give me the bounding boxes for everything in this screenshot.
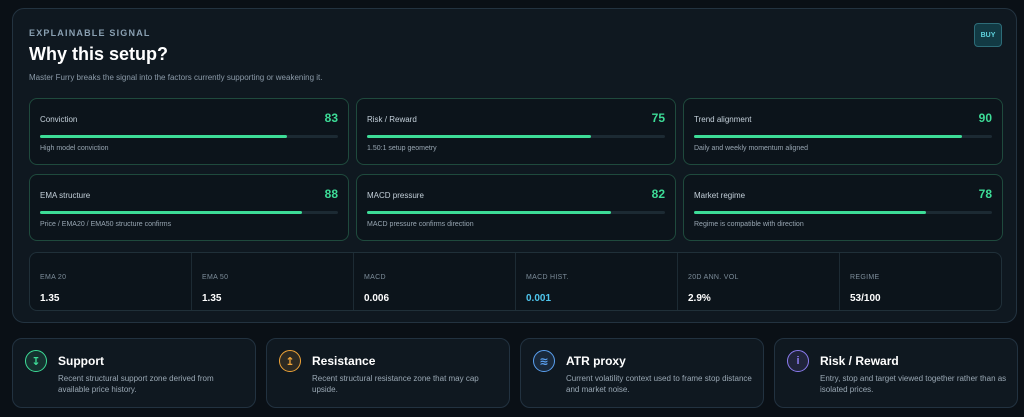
metric-ema20: EMA 20 1.35 [30,253,192,310]
metric-macd-hist: MACD HIST. 0.001 [516,253,678,310]
card-title: Resistance [312,354,376,368]
metric-ema50: EMA 50 1.35 [192,253,354,310]
factor-progress-fill [40,211,303,214]
factor-name: Risk / Reward [367,115,417,124]
metric-regime: REGIME 53/100 [840,253,1001,310]
factor-progress-fill [367,211,612,214]
factor-name: Trend alignment [694,115,752,124]
factor-score: 90 [978,111,992,125]
factor-card-trend-alignment: Trend alignment 90 Daily and weekly mome… [683,98,1003,165]
factor-name: MACD pressure [367,191,424,200]
card-description: Recent structural resistance zone that m… [312,374,479,394]
factor-name: Market regime [694,191,746,200]
support-icon: ↧ [25,350,47,372]
factor-description: 1.50:1 setup geometry [367,145,437,152]
metric-volatility: 20D ANN. VOL 2.9% [678,253,840,310]
factor-progress-track [694,211,992,214]
waves-icon: ≋ [533,350,555,372]
metric-label: MACD HIST. [526,274,569,281]
factor-progress-track [367,211,665,214]
metric-label: EMA 50 [202,274,229,281]
factor-card-ema-structure: EMA structure 88 Price / EMA20 / EMA50 s… [29,174,349,241]
factor-score: 75 [651,111,665,125]
factor-description: High model conviction [40,145,109,152]
metric-label: EMA 20 [40,274,67,281]
metric-value: 2.9% [688,293,711,304]
factor-description: Daily and weekly momentum aligned [694,145,808,152]
info-card-support: ↧ Support Recent structural support zone… [12,338,256,408]
card-description: Current volatility context used to frame… [566,374,752,394]
factor-card-market-regime: Market regime 78 Regime is compatible wi… [683,174,1003,241]
factor-progress-fill [694,135,963,138]
factor-card-conviction: Conviction 83 High model conviction [29,98,349,165]
factor-card-macd-pressure: MACD pressure 82 MACD pressure confirms … [356,174,676,241]
metrics-strip: EMA 20 1.35 EMA 50 1.35 MACD 0.006 MACD … [29,252,1002,311]
metric-value: 0.001 [526,293,552,304]
factor-card-risk-reward: Risk / Reward 75 1.50:1 setup geometry [356,98,676,165]
info-card-risk-reward: i Risk / Reward Entry, stop and target v… [774,338,1018,408]
signal-badge: BUY [974,23,1002,47]
factor-progress-fill [694,211,927,214]
metric-value: 1.35 [40,293,60,304]
metric-value: 0.006 [364,293,390,304]
resistance-icon: ↥ [279,350,301,372]
card-title: Support [58,354,104,368]
factor-score: 82 [651,187,665,201]
explainable-signal-panel: EXPLAINABLE SIGNAL Why this setup? Maste… [12,8,1017,323]
page-title: Why this setup? [29,44,168,64]
card-description: Entry, stop and target viewed together r… [820,374,1007,394]
info-card-atr-proxy: ≋ ATR proxy Current volatility context u… [520,338,764,408]
card-description: Recent structural support zone derived f… [58,374,214,394]
factor-progress-fill [40,135,288,138]
info-card-resistance: ↥ Resistance Recent structural resistanc… [266,338,510,408]
metric-macd: MACD 0.006 [354,253,516,310]
factor-description: Regime is compatible with direction [694,221,804,228]
factor-score: 83 [324,111,338,125]
card-title: ATR proxy [566,354,626,368]
factor-description: MACD pressure confirms direction [367,221,474,228]
card-title: Risk / Reward [820,354,899,368]
factor-description: Price / EMA20 / EMA50 structure confirms [40,221,172,228]
metric-value: 1.35 [202,293,222,304]
section-eyebrow: EXPLAINABLE SIGNAL [29,28,151,38]
factor-score: 88 [324,187,338,201]
page-subtitle: Master Furry breaks the signal into the … [29,73,323,82]
factor-progress-track [40,211,338,214]
factor-progress-track [367,135,665,138]
info-icon: i [787,350,809,372]
metric-label: MACD [364,274,386,281]
factor-score: 78 [978,187,992,201]
factor-name: EMA structure [40,191,91,200]
metric-label: REGIME [850,274,880,281]
factor-progress-fill [367,135,591,138]
factor-name: Conviction [40,115,78,124]
metric-label: 20D ANN. VOL [688,274,739,281]
factor-progress-track [40,135,338,138]
factor-progress-track [694,135,992,138]
metric-value: 53/100 [850,293,881,304]
